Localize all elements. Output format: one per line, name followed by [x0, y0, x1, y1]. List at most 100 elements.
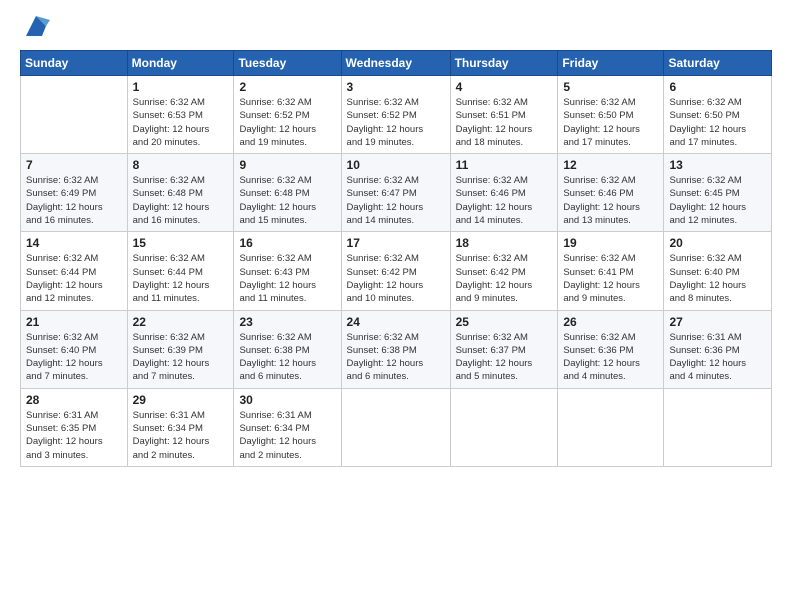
calendar-cell — [558, 388, 664, 466]
day-info: Sunrise: 6:32 AM Sunset: 6:52 PM Dayligh… — [347, 96, 445, 149]
day-number: 29 — [133, 393, 229, 407]
day-info: Sunrise: 6:32 AM Sunset: 6:51 PM Dayligh… — [456, 96, 553, 149]
calendar-cell: 2 Sunrise: 6:32 AM Sunset: 6:52 PM Daylig… — [234, 76, 341, 154]
day-number: 19 — [563, 236, 658, 250]
logo-icon — [22, 12, 50, 40]
calendar-cell: 23 Sunrise: 6:32 AM Sunset: 6:38 PM Dayli… — [234, 310, 341, 388]
calendar-cell: 7 Sunrise: 6:32 AM Sunset: 6:49 PM Daylig… — [21, 154, 128, 232]
calendar-cell: 18 Sunrise: 6:32 AM Sunset: 6:42 PM Dayli… — [450, 232, 558, 310]
calendar-cell: 19 Sunrise: 6:32 AM Sunset: 6:41 PM Dayli… — [558, 232, 664, 310]
day-info: Sunrise: 6:32 AM Sunset: 6:50 PM Dayligh… — [669, 96, 766, 149]
day-info: Sunrise: 6:32 AM Sunset: 6:47 PM Dayligh… — [347, 174, 445, 227]
weekday-header: Friday — [558, 51, 664, 76]
day-number: 21 — [26, 315, 122, 329]
day-info: Sunrise: 6:32 AM Sunset: 6:37 PM Dayligh… — [456, 331, 553, 384]
calendar-cell: 27Sunrise: 6:31 AM Sunset: 6:36 PM Dayli… — [664, 310, 772, 388]
calendar-cell: 28 Sunrise: 6:31 AM Sunset: 6:35 PM Dayli… — [21, 388, 128, 466]
calendar-week-row: 1 Sunrise: 6:32 AM Sunset: 6:53 PM Daylig… — [21, 76, 772, 154]
weekday-header-row: SundayMondayTuesdayWednesdayThursdayFrid… — [21, 51, 772, 76]
day-number: 6 — [669, 80, 766, 94]
day-info: Sunrise: 6:32 AM Sunset: 6:53 PM Dayligh… — [133, 96, 229, 149]
calendar-cell: 8Sunrise: 6:32 AM Sunset: 6:48 PM Daylig… — [127, 154, 234, 232]
day-number: 20 — [669, 236, 766, 250]
weekday-header: Monday — [127, 51, 234, 76]
calendar-week-row: 7 Sunrise: 6:32 AM Sunset: 6:49 PM Daylig… — [21, 154, 772, 232]
day-info: Sunrise: 6:32 AM Sunset: 6:40 PM Dayligh… — [669, 252, 766, 305]
day-info: Sunrise: 6:32 AM Sunset: 6:39 PM Dayligh… — [133, 331, 229, 384]
day-number: 10 — [347, 158, 445, 172]
calendar-week-row: 28 Sunrise: 6:31 AM Sunset: 6:35 PM Dayli… — [21, 388, 772, 466]
day-info: Sunrise: 6:32 AM Sunset: 6:46 PM Dayligh… — [563, 174, 658, 227]
day-info: Sunrise: 6:31 AM Sunset: 6:34 PM Dayligh… — [239, 409, 335, 462]
day-info: Sunrise: 6:32 AM Sunset: 6:46 PM Dayligh… — [456, 174, 553, 227]
day-info: Sunrise: 6:32 AM Sunset: 6:48 PM Dayligh… — [239, 174, 335, 227]
day-info: Sunrise: 6:32 AM Sunset: 6:52 PM Dayligh… — [239, 96, 335, 149]
calendar-cell: 1 Sunrise: 6:32 AM Sunset: 6:53 PM Daylig… — [127, 76, 234, 154]
day-number: 14 — [26, 236, 122, 250]
calendar-cell: 9 Sunrise: 6:32 AM Sunset: 6:48 PM Daylig… — [234, 154, 341, 232]
day-info: Sunrise: 6:31 AM Sunset: 6:35 PM Dayligh… — [26, 409, 122, 462]
day-info: Sunrise: 6:32 AM Sunset: 6:41 PM Dayligh… — [563, 252, 658, 305]
day-info: Sunrise: 6:32 AM Sunset: 6:43 PM Dayligh… — [239, 252, 335, 305]
logo — [20, 16, 50, 40]
day-number: 3 — [347, 80, 445, 94]
weekday-header: Sunday — [21, 51, 128, 76]
calendar-cell: 14 Sunrise: 6:32 AM Sunset: 6:44 PM Dayli… — [21, 232, 128, 310]
calendar-cell — [341, 388, 450, 466]
day-number: 9 — [239, 158, 335, 172]
day-info: Sunrise: 6:32 AM Sunset: 6:36 PM Dayligh… — [563, 331, 658, 384]
day-number: 17 — [347, 236, 445, 250]
day-number: 12 — [563, 158, 658, 172]
calendar-cell: 21 Sunrise: 6:32 AM Sunset: 6:40 PM Dayli… — [21, 310, 128, 388]
day-info: Sunrise: 6:32 AM Sunset: 6:40 PM Dayligh… — [26, 331, 122, 384]
calendar-cell: 13 Sunrise: 6:32 AM Sunset: 6:45 PM Dayli… — [664, 154, 772, 232]
calendar-week-row: 14 Sunrise: 6:32 AM Sunset: 6:44 PM Dayli… — [21, 232, 772, 310]
calendar: SundayMondayTuesdayWednesdayThursdayFrid… — [20, 50, 772, 467]
calendar-cell: 5Sunrise: 6:32 AM Sunset: 6:50 PM Daylig… — [558, 76, 664, 154]
day-number: 2 — [239, 80, 335, 94]
calendar-cell: 4 Sunrise: 6:32 AM Sunset: 6:51 PM Daylig… — [450, 76, 558, 154]
day-info: Sunrise: 6:32 AM Sunset: 6:44 PM Dayligh… — [26, 252, 122, 305]
day-number: 4 — [456, 80, 553, 94]
calendar-cell: 11 Sunrise: 6:32 AM Sunset: 6:46 PM Dayli… — [450, 154, 558, 232]
day-number: 28 — [26, 393, 122, 407]
day-info: Sunrise: 6:32 AM Sunset: 6:42 PM Dayligh… — [456, 252, 553, 305]
day-info: Sunrise: 6:32 AM Sunset: 6:42 PM Dayligh… — [347, 252, 445, 305]
day-info: Sunrise: 6:32 AM Sunset: 6:38 PM Dayligh… — [347, 331, 445, 384]
page: SundayMondayTuesdayWednesdayThursdayFrid… — [0, 0, 792, 612]
calendar-week-row: 21 Sunrise: 6:32 AM Sunset: 6:40 PM Dayli… — [21, 310, 772, 388]
weekday-header: Thursday — [450, 51, 558, 76]
day-number: 1 — [133, 80, 229, 94]
day-number: 11 — [456, 158, 553, 172]
day-number: 27 — [669, 315, 766, 329]
calendar-cell: 24 Sunrise: 6:32 AM Sunset: 6:38 PM Dayli… — [341, 310, 450, 388]
day-number: 22 — [133, 315, 229, 329]
day-info: Sunrise: 6:32 AM Sunset: 6:38 PM Dayligh… — [239, 331, 335, 384]
day-number: 7 — [26, 158, 122, 172]
day-number: 15 — [133, 236, 229, 250]
calendar-cell — [450, 388, 558, 466]
calendar-cell: 6 Sunrise: 6:32 AM Sunset: 6:50 PM Daylig… — [664, 76, 772, 154]
calendar-cell: 26 Sunrise: 6:32 AM Sunset: 6:36 PM Dayli… — [558, 310, 664, 388]
calendar-cell: 20 Sunrise: 6:32 AM Sunset: 6:40 PM Dayli… — [664, 232, 772, 310]
calendar-cell: 10 Sunrise: 6:32 AM Sunset: 6:47 PM Dayli… — [341, 154, 450, 232]
day-info: Sunrise: 6:32 AM Sunset: 6:49 PM Dayligh… — [26, 174, 122, 227]
calendar-body: 1 Sunrise: 6:32 AM Sunset: 6:53 PM Daylig… — [21, 76, 772, 467]
header — [20, 16, 772, 40]
day-number: 25 — [456, 315, 553, 329]
calendar-cell: 17 Sunrise: 6:32 AM Sunset: 6:42 PM Dayli… — [341, 232, 450, 310]
day-info: Sunrise: 6:32 AM Sunset: 6:45 PM Dayligh… — [669, 174, 766, 227]
calendar-cell: 15 Sunrise: 6:32 AM Sunset: 6:44 PM Dayli… — [127, 232, 234, 310]
day-info: Sunrise: 6:32 AM Sunset: 6:48 PM Dayligh… — [133, 174, 229, 227]
day-number: 26 — [563, 315, 658, 329]
day-info: Sunrise: 6:32 AM Sunset: 6:44 PM Dayligh… — [133, 252, 229, 305]
day-number: 23 — [239, 315, 335, 329]
day-number: 5 — [563, 80, 658, 94]
calendar-cell: 29Sunrise: 6:31 AM Sunset: 6:34 PM Dayli… — [127, 388, 234, 466]
calendar-cell: 22 Sunrise: 6:32 AM Sunset: 6:39 PM Dayli… — [127, 310, 234, 388]
day-number: 13 — [669, 158, 766, 172]
weekday-header: Saturday — [664, 51, 772, 76]
day-number: 18 — [456, 236, 553, 250]
calendar-cell — [664, 388, 772, 466]
day-number: 24 — [347, 315, 445, 329]
